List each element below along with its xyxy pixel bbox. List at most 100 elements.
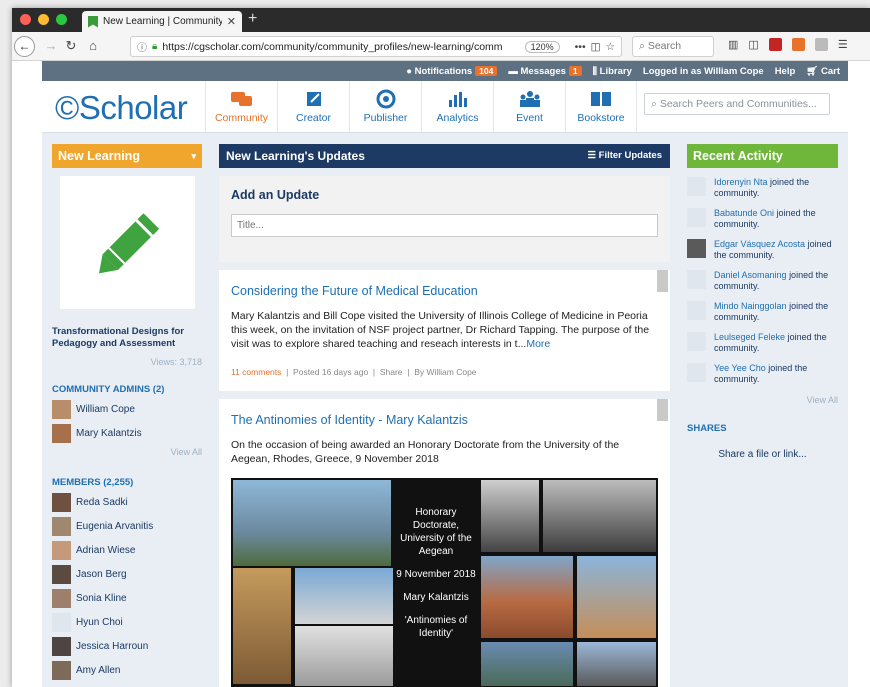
activity-user[interactable]: Yee Yee Cho (714, 363, 766, 373)
comments-link[interactable]: 11 comments (231, 367, 281, 377)
activity-view-all-link[interactable]: View All (687, 395, 838, 405)
help-link[interactable]: Help (775, 66, 796, 77)
avatar (52, 565, 71, 584)
nav-creator[interactable]: Creator (277, 81, 349, 133)
messages-link[interactable]: ▬ Messages 1 (508, 65, 582, 77)
building-photo (295, 626, 393, 686)
close-window-button[interactable] (20, 14, 31, 25)
member-item[interactable]: Hyun Choi (52, 613, 202, 632)
nav-event-label: Event (516, 112, 543, 124)
post-body: On the occasion of being awarded an Hono… (231, 439, 620, 465)
info-icon[interactable]: ⓘ (137, 39, 147, 54)
updates-column: New Learning's Updates ☰ Filter Updates … (219, 144, 670, 687)
sidebar-icon[interactable]: ◫ (748, 38, 758, 51)
filter-updates-button[interactable]: ☰ Filter Updates (587, 144, 662, 168)
member-name: Jason Berg (76, 569, 127, 580)
new-tab-icon[interactable]: + (248, 10, 257, 28)
activity-item[interactable]: Babatunde Oni joined the community. (687, 208, 838, 230)
activity-user[interactable]: Mindo Nainggolan (714, 301, 787, 311)
url-text[interactable]: https://cgscholar.com/community/communit… (162, 41, 519, 53)
nav-event[interactable]: Event (493, 81, 565, 133)
member-item[interactable]: Amy Allen (52, 661, 202, 680)
library-label: Library (599, 65, 632, 77)
nav-analytics[interactable]: Analytics (421, 81, 493, 133)
scholar-logo[interactable]: ©Scholar (55, 89, 188, 127)
filter-label: Filter Updates (598, 150, 662, 161)
extension-2-icon[interactable] (814, 38, 828, 51)
admin-item[interactable]: Mary Kalantzis (52, 424, 202, 443)
fountain-photo (233, 480, 391, 566)
activity-item[interactable]: Leulseged Feleke joined the community. (687, 332, 838, 354)
activity-item[interactable]: Yee Yee Cho joined the community. (687, 363, 838, 385)
zoom-level[interactable]: 120% (524, 40, 560, 53)
community-image (60, 176, 195, 309)
avatar (52, 424, 71, 443)
reload-icon[interactable]: ↻ (60, 38, 82, 54)
library-icon[interactable]: ▥ (728, 38, 738, 51)
city-photo (577, 556, 656, 638)
activity-user[interactable]: Daniel Asomaning (714, 270, 787, 280)
extension-icon[interactable] (791, 38, 805, 51)
post-title-link[interactable]: Considering the Future of Medical Educat… (231, 284, 658, 298)
minimize-window-button[interactable] (38, 14, 49, 25)
nav-community[interactable]: Community (205, 81, 277, 133)
nav-bookstore[interactable]: Bookstore (565, 81, 637, 133)
activity-user[interactable]: Edgar Vásquez Acosta (714, 239, 805, 249)
admins-heading[interactable]: COMMUNITY ADMINS (2) (52, 384, 202, 395)
share-link[interactable]: Share (380, 367, 403, 377)
share-file-link[interactable]: Share a file or link... (687, 449, 838, 460)
activity-item[interactable]: Edgar Vásquez Acosta joined the communit… (687, 239, 838, 261)
cart-link[interactable]: 🛒︎ Cart (806, 66, 840, 77)
library-link[interactable]: ⫼ Library (593, 66, 632, 77)
update-title-input[interactable] (231, 214, 658, 237)
avatar (52, 493, 71, 512)
activity-user[interactable]: Idorenyin Nta (714, 177, 768, 187)
group-title[interactable]: Transformational Designs for Pedagogy an… (52, 326, 202, 350)
forward-icon[interactable]: → (40, 38, 62, 53)
peer-search-input[interactable]: ⌕ Search Peers and Communities... (644, 93, 830, 115)
admins-view-all-link[interactable]: View All (52, 447, 202, 457)
back-icon[interactable]: ← (14, 36, 35, 57)
page-actions-icon[interactable]: ••• (575, 41, 586, 53)
member-item[interactable]: Jessica Harroun (52, 637, 202, 656)
post-author[interactable]: By William Cope (414, 367, 476, 377)
admin-item[interactable]: William Cope (52, 400, 202, 419)
notifications-link[interactable]: ● Notifications 104 (406, 65, 498, 77)
activity-item[interactable]: Mindo Nainggolan joined the community. (687, 301, 838, 323)
chevron-down-icon[interactable]: ▾ (191, 144, 196, 168)
logged-in-user[interactable]: Logged in as William Cope (643, 66, 764, 77)
activity-user[interactable]: Leulseged Feleke (714, 332, 785, 342)
activity-item[interactable]: Daniel Asomaning joined the community. (687, 270, 838, 292)
avatar (687, 301, 706, 320)
close-tab-icon[interactable]: ✕ (227, 15, 236, 28)
member-item[interactable]: Adrian Wiese (52, 541, 202, 560)
activity-item[interactable]: Idorenyin Nta joined the community. (687, 177, 838, 199)
member-name: Jessica Harroun (76, 641, 149, 652)
nav-publisher[interactable]: Publisher (349, 81, 421, 133)
activity-user[interactable]: Babatunde Oni (714, 208, 774, 218)
member-item[interactable]: Eugenia Arvanitis (52, 517, 202, 536)
post-title-link[interactable]: The Antinomies of Identity - Mary Kalant… (231, 413, 658, 427)
member-name: Amy Allen (76, 665, 121, 676)
member-item[interactable]: Jason Berg (52, 565, 202, 584)
bookmark-icon[interactable] (657, 270, 668, 292)
member-item[interactable]: Sonia Kline (52, 589, 202, 608)
post-photo-collage[interactable]: Honorary Doctorate, University of the Ae… (231, 478, 658, 687)
browser-search-input[interactable]: ⌕ Search (632, 36, 714, 57)
capitol-photo (295, 568, 393, 624)
bookmark-star-icon[interactable]: ☆ (606, 41, 615, 53)
home-icon[interactable]: ⌂ (82, 38, 104, 53)
url-bar[interactable]: ⓘ 🔒︎ https://cgscholar.com/community/com… (130, 36, 622, 57)
bookmark-icon[interactable] (657, 399, 668, 421)
member-item[interactable]: Reda Sadki (52, 493, 202, 512)
browser-tab[interactable]: New Learning | Community | Sc ✕ (82, 11, 242, 32)
post-meta: 11 comments | Posted 16 days ago | Share… (231, 367, 477, 377)
menu-icon[interactable]: ☰ (838, 38, 848, 51)
pocket-icon[interactable]: ◫ (591, 41, 601, 53)
pdf-extension-icon[interactable] (768, 38, 782, 51)
more-link[interactable]: More (526, 338, 550, 350)
members-heading[interactable]: MEMBERS (2,255) (52, 477, 202, 488)
zoom-window-button[interactable] (56, 14, 67, 25)
community-header[interactable]: New Learning ▾ (52, 144, 202, 168)
add-update-panel: Add an Update (219, 176, 670, 262)
